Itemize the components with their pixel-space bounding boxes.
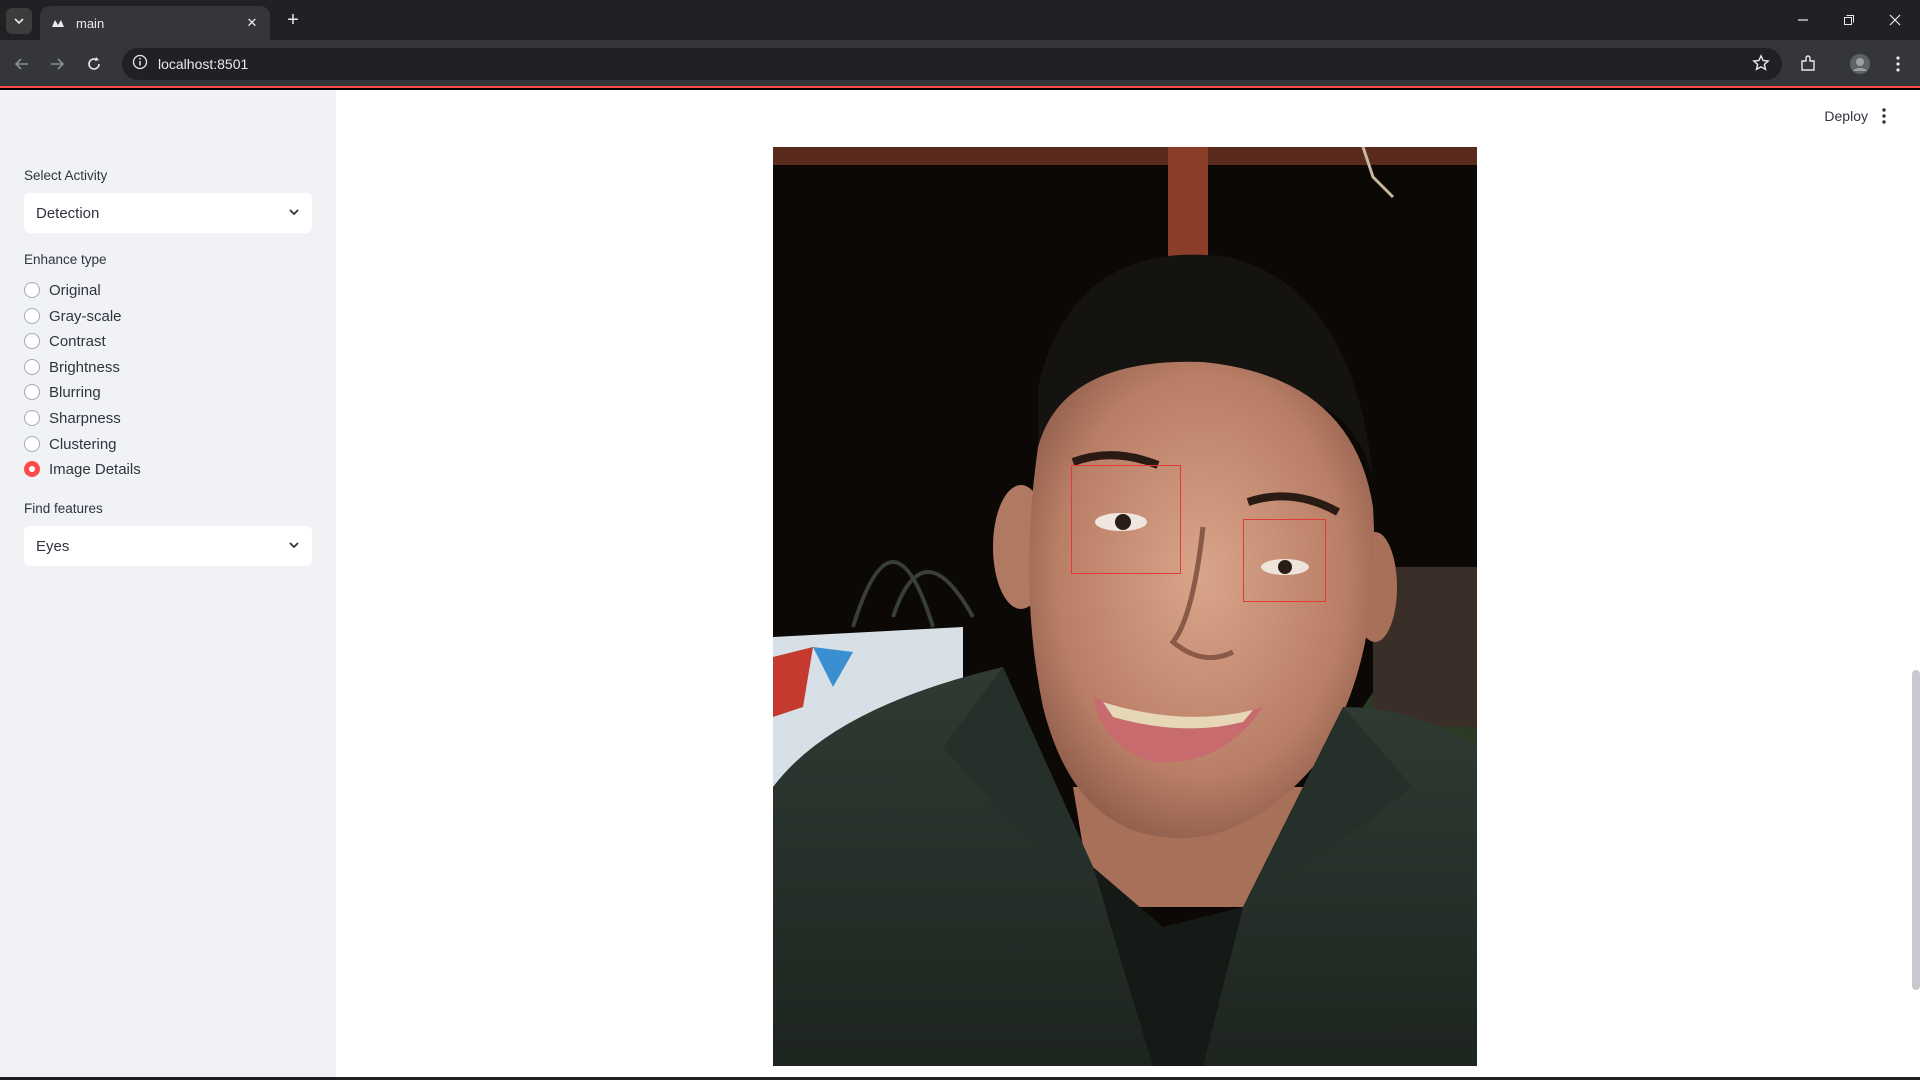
detected-eye-box <box>1243 519 1326 602</box>
site-info-icon[interactable] <box>132 54 148 75</box>
bookmark-star-icon[interactable] <box>1752 54 1770 77</box>
main-content: Deploy <box>336 90 1920 1077</box>
browser-menu-icon[interactable] <box>1886 52 1910 76</box>
radio-circle[interactable] <box>24 384 40 400</box>
select-activity-label: Select Activity <box>24 168 108 183</box>
url-text: localhost:8501 <box>158 56 249 72</box>
extensions-icon[interactable] <box>1796 52 1820 76</box>
radio-original[interactable]: Original <box>24 279 101 301</box>
sidebar: Select Activity Detection Enhance type O… <box>0 90 336 1077</box>
radio-label: Sharpness <box>49 409 121 427</box>
chevron-down-icon <box>14 18 24 25</box>
radio-circle[interactable] <box>24 308 40 324</box>
chevron-down-icon <box>288 538 300 555</box>
radio-circle[interactable] <box>24 282 40 298</box>
radio-circle[interactable] <box>24 410 40 426</box>
radio-label: Gray-scale <box>49 307 122 325</box>
radio-blurring[interactable]: Blurring <box>24 381 101 403</box>
radio-label: Brightness <box>49 358 120 376</box>
deploy-button[interactable]: Deploy <box>1824 108 1868 124</box>
radio-image-details[interactable]: Image Details <box>24 458 141 480</box>
main-scrollbar[interactable] <box>1912 670 1920 990</box>
back-icon[interactable] <box>10 52 34 76</box>
reload-icon[interactable] <box>82 52 106 76</box>
profile-avatar-icon[interactable] <box>1848 52 1872 76</box>
streamlit-app: Select Activity Detection Enhance type O… <box>0 90 1920 1077</box>
forward-icon[interactable] <box>45 52 69 76</box>
radio-clustering[interactable]: Clustering <box>24 433 117 455</box>
tab-title: main <box>76 15 105 31</box>
browser-tab[interactable]: main ✕ <box>40 6 270 40</box>
find-features-label: Find features <box>24 501 103 516</box>
radio-circle[interactable] <box>24 359 40 375</box>
tab-search-button[interactable] <box>6 8 32 34</box>
activity-select[interactable]: Detection <box>24 193 312 233</box>
radio-circle-selected[interactable] <box>24 461 40 477</box>
app-menu-icon[interactable] <box>1874 106 1894 126</box>
chevron-down-icon <box>288 205 300 222</box>
restore-icon[interactable] <box>1826 0 1872 40</box>
address-bar[interactable]: localhost:8501 <box>122 48 1782 80</box>
radio-label: Blurring <box>49 383 101 401</box>
tab-close-icon[interactable]: ✕ <box>244 15 260 31</box>
radio-sharpness[interactable]: Sharpness <box>24 407 121 429</box>
radio-label: Contrast <box>49 332 106 350</box>
activity-select-value: Detection <box>36 204 100 222</box>
detected-eye-box <box>1071 465 1181 574</box>
features-select-value: Eyes <box>36 537 70 555</box>
radio-contrast[interactable]: Contrast <box>24 330 106 352</box>
radio-gray-scale[interactable]: Gray-scale <box>24 305 122 327</box>
browser-tab-bar: main ✕ + <box>0 0 1920 40</box>
radio-label: Original <box>49 281 101 299</box>
radio-brightness[interactable]: Brightness <box>24 356 120 378</box>
new-tab-button[interactable]: + <box>282 9 304 31</box>
streamlit-favicon-icon <box>50 15 66 31</box>
radio-label: Image Details <box>49 460 141 478</box>
radio-circle[interactable] <box>24 436 40 452</box>
radio-circle[interactable] <box>24 333 40 349</box>
close-window-icon[interactable] <box>1872 0 1918 40</box>
enhance-type-label: Enhance type <box>24 252 107 267</box>
minimize-icon[interactable] <box>1780 0 1826 40</box>
radio-label: Clustering <box>49 435 117 453</box>
features-select[interactable]: Eyes <box>24 526 312 566</box>
portrait-photo <box>773 147 1477 1066</box>
detection-result-image <box>773 147 1477 1066</box>
browser-toolbar: localhost:8501 <box>0 40 1920 88</box>
